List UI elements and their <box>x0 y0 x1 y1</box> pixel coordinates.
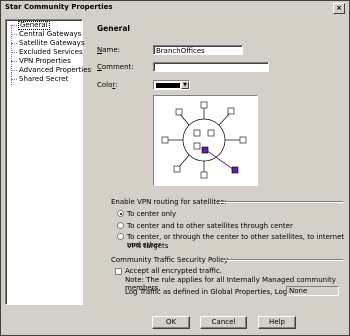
log-traffic-value: None <box>286 286 339 296</box>
routing-heading: Enable VPN routing for satellites: <box>111 198 227 206</box>
routing-option-center-internet-radio[interactable] <box>117 233 124 240</box>
tree-connector <box>11 25 17 26</box>
routing-option-center-only-radio[interactable] <box>117 210 124 217</box>
help-button[interactable]: Help <box>258 316 296 329</box>
comment-input[interactable] <box>153 62 269 72</box>
color-swatch <box>156 83 180 88</box>
cancel-button[interactable]: Cancel <box>200 316 247 329</box>
star-topology-icon <box>161 101 247 179</box>
routing-option-label[interactable]: To center only <box>127 210 176 218</box>
name-label: Name: <box>97 46 121 54</box>
tree-connector <box>11 43 17 44</box>
tree-item-label: General <box>18 21 50 30</box>
close-button[interactable]: × <box>333 3 345 14</box>
dialog-window: Star Community Properties × General Cent… <box>0 0 350 336</box>
routing-option-center-satellites-radio[interactable] <box>117 222 124 229</box>
routing-option-label-continued: VPN targets <box>127 242 169 250</box>
policy-divider <box>222 259 343 261</box>
tree-item-label: Excluded Services <box>19 48 83 56</box>
ok-button[interactable]: OK <box>152 316 190 329</box>
name-label-text: ame: <box>102 46 121 54</box>
title-bar[interactable]: Star Community Properties × <box>2 2 348 14</box>
color-dropdown[interactable]: ▼ <box>153 80 190 90</box>
navigation-tree[interactable]: General Central Gateways Satellite Gatew… <box>5 19 91 305</box>
tree-connector <box>11 34 17 35</box>
policy-heading: Community Traffic Security Policy <box>111 256 229 264</box>
accept-encrypted-checkbox[interactable] <box>115 268 122 275</box>
star-topology-graphic <box>153 95 258 186</box>
window-title: Star Community Properties <box>5 3 113 11</box>
tree-connector <box>11 70 17 71</box>
tree-connector <box>11 52 17 53</box>
routing-option-label[interactable]: To center and to other satellites throug… <box>127 222 293 230</box>
color-label-text: Colo <box>97 81 113 89</box>
tree-item-label: VPN Properties <box>19 57 71 65</box>
comment-label-text: omment: <box>101 63 134 71</box>
chevron-down-icon[interactable]: ▼ <box>181 81 189 89</box>
accept-encrypted-label[interactable]: Accept all encrypted traffic. <box>125 267 222 275</box>
section-heading-general: General <box>97 24 130 33</box>
tree-item-label: Shared Secret <box>19 75 69 83</box>
color-label: Color: <box>97 81 118 89</box>
routing-divider <box>219 201 343 203</box>
tree-connector <box>11 61 17 62</box>
tree-item-label: Central Gateways <box>19 30 82 38</box>
tree-item-label: Satellite Gateways <box>19 39 85 47</box>
comment-label: Comment: <box>97 63 134 71</box>
tree-item-label: Advanced Properties <box>19 66 92 74</box>
tree-connector <box>11 79 17 80</box>
name-input[interactable]: BranchOffices <box>153 45 243 55</box>
